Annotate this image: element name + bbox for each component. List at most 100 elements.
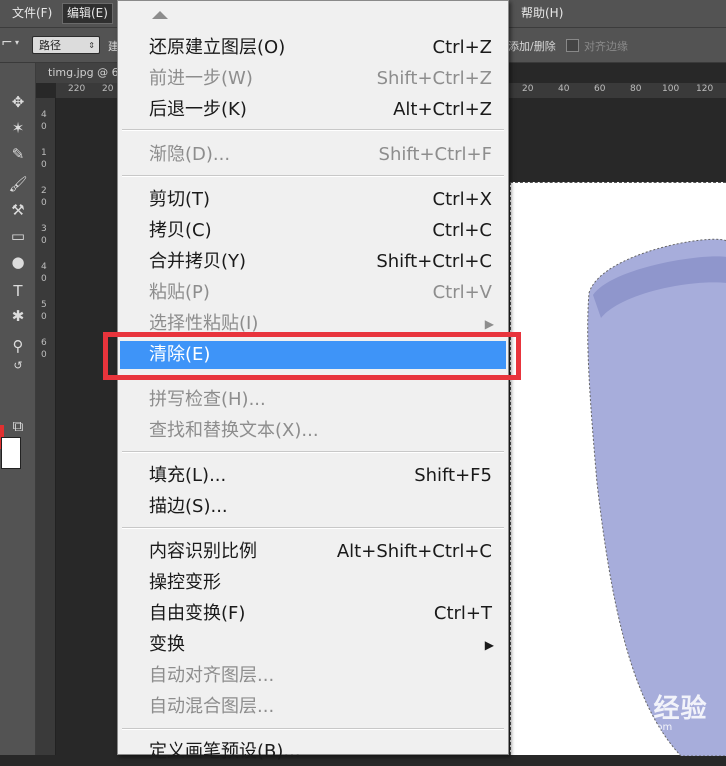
menu-help[interactable]: 帮助(H) <box>517 4 567 23</box>
eyedropper-icon[interactable]: ✎ <box>5 143 31 165</box>
annotation-highlight-box <box>103 332 521 380</box>
mode-select-value: 路径 <box>39 39 61 52</box>
menu-item-label: 自动对齐图层... <box>149 665 275 686</box>
menu-item-shortcut: Ctrl+V <box>432 282 492 303</box>
menu-item-undo-new-layer[interactable]: 还原建立图层(O) Ctrl+Z <box>120 34 506 62</box>
menu-edit[interactable]: 编辑(E) <box>62 3 113 24</box>
menu-item-label: 描边(S)... <box>149 496 228 517</box>
ruler-label: 0 <box>41 236 47 246</box>
menu-item-content-aware-scale[interactable]: 内容识别比例 Alt+Shift+Ctrl+C <box>120 538 506 566</box>
menu-item-transform[interactable]: 变换 ▶ <box>120 631 506 659</box>
menu-item-auto-blend: 自动混合图层... <box>120 693 506 721</box>
menu-item-cut[interactable]: 剪切(T) Ctrl+X <box>120 186 506 214</box>
ruler-label: 0 <box>41 160 47 170</box>
menu-item-label: 渐隐(D)... <box>149 144 231 165</box>
menu-item-paste: 粘贴(P) Ctrl+V <box>120 279 506 307</box>
vertical-ruler: 4 0 1 0 2 0 3 0 4 0 5 0 6 0 <box>36 98 56 755</box>
chevron-down-icon[interactable]: ▾ <box>15 38 19 47</box>
swap-colors-icon[interactable]: ↺ <box>5 355 31 377</box>
ruler-label: 0 <box>41 122 47 132</box>
ruler-label: 120 <box>696 84 714 94</box>
menu-item-define-brush[interactable]: 定义画笔预设(B)... <box>120 738 506 766</box>
menu-item-shortcut: Shift+Ctrl+Z <box>376 68 492 89</box>
menu-item-spell-check: 拼写检查(H)... <box>120 386 506 414</box>
ruler-label: 6 <box>41 338 47 348</box>
menu-item-shortcut: Shift+F5 <box>414 465 492 486</box>
menu-item-shortcut: Shift+Ctrl+C <box>376 251 492 272</box>
menu-item-label: 拼写检查(H)... <box>149 389 266 410</box>
ruler-label: 220 <box>68 84 86 94</box>
tool-preset-icon[interactable]: ⌐ <box>1 35 13 51</box>
menu-item-label: 内容识别比例 <box>149 541 257 562</box>
ruler-label: 0 <box>41 198 47 208</box>
menu-item-puppet-warp[interactable]: 操控变形 <box>120 569 506 597</box>
menu-item-shortcut: Ctrl+X <box>432 189 492 210</box>
menu-file[interactable]: 文件(F) <box>8 4 56 23</box>
menu-item-label: 自由变换(F) <box>149 603 246 624</box>
menu-item-label: 粘贴(P) <box>149 282 210 303</box>
menu-item-stroke[interactable]: 描边(S)... <box>120 493 506 521</box>
menu-item-fade: 渐隐(D)... Shift+Ctrl+F <box>120 141 506 169</box>
ruler-label: 60 <box>594 84 606 94</box>
tools-panel: ✥ ✶ ✎ 🖌 ⚒ ▭ ● T ✱ ⚲ ↺ ⧉ <box>0 63 36 755</box>
menu-item-shortcut: Alt+Shift+Ctrl+C <box>336 541 492 562</box>
menu-item-label: 定义画笔预设(B)... <box>149 741 301 762</box>
dodge-icon[interactable]: ● <box>5 251 31 273</box>
ruler-label: 80 <box>630 84 642 94</box>
scroll-up-arrow-icon[interactable] <box>152 11 168 19</box>
document-image[interactable] <box>510 182 726 757</box>
menu-item-auto-align: 自动对齐图层... <box>120 662 506 690</box>
history-brush-icon[interactable]: ⚒ <box>5 199 31 221</box>
menu-item-label: 剪切(T) <box>149 189 211 210</box>
menu-item-step-forward: 前进一步(W) Shift+Ctrl+Z <box>120 65 506 93</box>
add-delete-label: 添加/删除 <box>508 40 556 53</box>
submenu-arrow-icon: ▶ <box>484 638 494 652</box>
magic-wand-icon[interactable]: ✶ <box>5 117 31 139</box>
ruler-label: 0 <box>41 350 47 360</box>
watermark-logo: Baidu 经验 <box>555 694 708 724</box>
menu-item-shortcut: Ctrl+C <box>432 220 492 241</box>
document-tab[interactable]: timg.jpg @ 6 <box>36 63 120 83</box>
menu-item-label: 自动混合图层... <box>149 696 275 717</box>
menu-separator <box>122 451 504 453</box>
menu-item-label: 合并拷贝(Y) <box>149 251 247 272</box>
ruler-label: 0 <box>41 274 47 284</box>
ruler-label: 40 <box>558 84 570 94</box>
menu-item-label: 后退一步(K) <box>149 99 247 120</box>
custom-shape-icon[interactable]: ✱ <box>5 305 31 327</box>
move-icon[interactable]: ✥ <box>5 91 31 113</box>
menu-item-label: 前进一步(W) <box>149 68 253 89</box>
menu-separator <box>122 527 504 529</box>
menu-item-fill[interactable]: 填充(L)... Shift+F5 <box>120 462 506 490</box>
align-edges-checkbox[interactable] <box>566 39 579 52</box>
menu-separator <box>122 129 504 131</box>
zoom-icon[interactable]: ⚲ <box>5 335 31 357</box>
menu-item-find-replace: 查找和替换文本(X)... <box>120 417 506 445</box>
menu-item-shortcut: Ctrl+T <box>433 603 492 624</box>
ruler-label: 2 <box>41 186 47 196</box>
menu-item-shortcut: Alt+Ctrl+Z <box>393 99 492 120</box>
menu-item-free-transform[interactable]: 自由变换(F) Ctrl+T <box>120 600 506 628</box>
ruler-label: 1 <box>41 148 47 158</box>
menu-separator <box>122 175 504 177</box>
ruler-label: 100 <box>662 84 680 94</box>
menu-item-label: 拷贝(C) <box>149 220 212 241</box>
menu-item-label: 还原建立图层(O) <box>149 37 286 58</box>
background-color-swatch[interactable] <box>1 437 21 469</box>
screen-mode-icon[interactable]: ⧉ <box>5 415 31 437</box>
brush-icon[interactable]: 🖌 <box>5 173 31 195</box>
watermark-url: jingyan.baidu.com <box>580 722 673 733</box>
ruler-label: 4 <box>41 262 47 272</box>
menu-item-step-backward[interactable]: 后退一步(K) Alt+Ctrl+Z <box>120 96 506 124</box>
ruler-label: 4 <box>41 110 47 120</box>
ruler-label: 20 <box>522 84 534 94</box>
menu-item-shortcut: Ctrl+Z <box>432 37 492 58</box>
menu-item-label: 填充(L)... <box>149 465 227 486</box>
menu-item-label: 查找和替换文本(X)... <box>149 420 319 441</box>
menu-item-copy-merged[interactable]: 合并拷贝(Y) Shift+Ctrl+C <box>120 248 506 276</box>
mode-select[interactable]: 路径 ⇕ <box>32 36 100 54</box>
type-icon[interactable]: T <box>5 280 31 302</box>
menu-item-copy[interactable]: 拷贝(C) Ctrl+C <box>120 217 506 245</box>
gradient-icon[interactable]: ▭ <box>5 225 31 247</box>
menu-item-label: 操控变形 <box>149 572 221 593</box>
